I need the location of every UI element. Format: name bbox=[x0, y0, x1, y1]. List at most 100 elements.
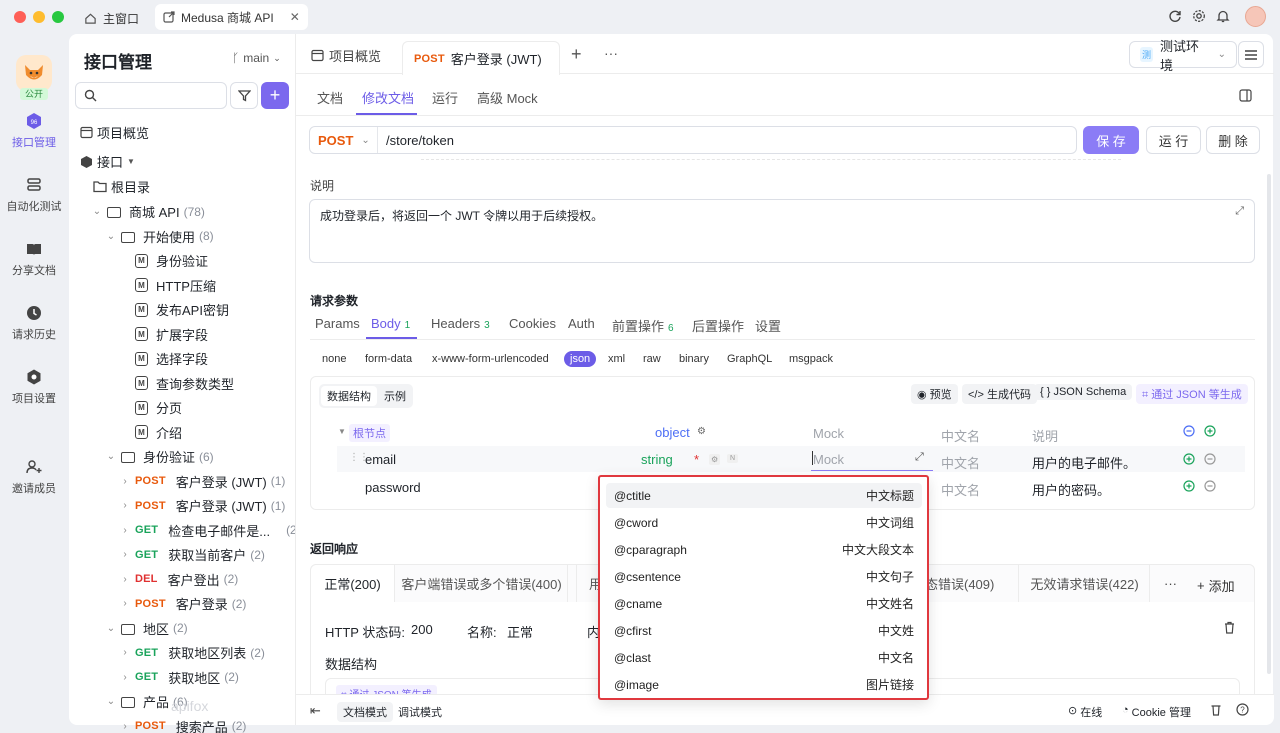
tab-run[interactable]: 运行 bbox=[432, 88, 458, 107]
tab-body[interactable]: Body 1 bbox=[371, 316, 410, 331]
environment-selector[interactable]: 测 测试环境 ⌄ bbox=[1129, 39, 1237, 73]
field-name-email[interactable]: email bbox=[365, 452, 396, 467]
doc-tab-overview[interactable]: 项目概览 bbox=[311, 46, 381, 65]
rail-item-api[interactable]: 96 接口管理 bbox=[0, 112, 68, 150]
tree-api-item[interactable]: › GET 获取地区列表 (2) bbox=[119, 643, 265, 662]
mock-option[interactable]: @cword 中文词组 bbox=[606, 510, 922, 535]
chevron-right-icon[interactable]: › bbox=[119, 549, 131, 560]
tree-doc-item[interactable]: M 身份验证 bbox=[135, 251, 208, 270]
tab-post-ops[interactable]: 后置操作 bbox=[692, 316, 744, 335]
project-avatar[interactable] bbox=[16, 55, 52, 91]
rail-item-settings[interactable]: 项目设置 bbox=[0, 368, 68, 406]
path-input[interactable] bbox=[386, 131, 1066, 149]
maximize-window-button[interactable] bbox=[52, 11, 64, 23]
chevron-right-icon[interactable]: › bbox=[119, 525, 131, 536]
tab-cookies[interactable]: Cookies bbox=[509, 316, 556, 331]
minimize-window-button[interactable] bbox=[33, 11, 45, 23]
response-tab-422[interactable]: 无效请求错误(422) bbox=[1020, 565, 1150, 602]
search-box[interactable] bbox=[75, 82, 227, 109]
tree-api-item[interactable]: › POST 客户登录 (JWT) (1) bbox=[119, 472, 285, 491]
tab-docs[interactable]: 文档 bbox=[317, 88, 343, 107]
tree-doc-item[interactable]: M 发布API密钥 bbox=[135, 300, 229, 319]
new-tab-button[interactable]: + bbox=[571, 44, 582, 65]
chevron-down-icon[interactable]: ⌄ bbox=[91, 206, 103, 217]
body-type-xml[interactable]: xml bbox=[608, 353, 625, 365]
debug-mode-button[interactable]: 调试模式 bbox=[398, 704, 442, 720]
branch-selector[interactable]: ᚴ main ⌄ bbox=[232, 51, 281, 65]
field-desc-email[interactable]: 用户的电子邮件。 bbox=[1032, 453, 1136, 472]
more-tabs-button[interactable]: ··· bbox=[604, 45, 618, 61]
sidebar-item-root-dir[interactable]: 根目录 bbox=[93, 177, 150, 196]
status-code-value[interactable]: 200 bbox=[411, 622, 433, 637]
tree-doc-item[interactable]: M 查询参数类型 bbox=[135, 374, 234, 393]
response-tab-partial[interactable]: 用 bbox=[576, 565, 602, 602]
add-child-icon[interactable] bbox=[1204, 425, 1216, 437]
chevron-right-icon[interactable]: › bbox=[119, 500, 131, 511]
chevron-down-icon[interactable]: ⌄ bbox=[105, 231, 117, 242]
tree-folder[interactable]: ⌄ 身份验证 (6) bbox=[105, 447, 214, 466]
mock-option[interactable]: @csentence 中文句子 bbox=[606, 564, 922, 589]
body-type-graphql[interactable]: GraphQL bbox=[727, 353, 772, 365]
chevron-right-icon[interactable]: › bbox=[119, 721, 131, 732]
tree-api-item[interactable]: › POST 搜索产品 (2) bbox=[119, 717, 246, 733]
bell-icon[interactable] bbox=[1216, 9, 1230, 23]
remove-field-icon[interactable] bbox=[1204, 453, 1216, 465]
user-avatar[interactable] bbox=[1245, 6, 1266, 27]
root-type[interactable]: object bbox=[655, 425, 690, 440]
collapse-sidebar-icon[interactable]: ⇤ bbox=[310, 703, 321, 719]
close-tab-icon[interactable]: ✕ bbox=[290, 10, 300, 24]
chevron-right-icon[interactable]: › bbox=[119, 476, 131, 487]
remove-field-icon[interactable] bbox=[1204, 480, 1216, 492]
chevron-right-icon[interactable]: › bbox=[119, 574, 131, 585]
tree-api-item[interactable]: › POST 客户登录 (JWT) (1) bbox=[119, 496, 285, 515]
tree-doc-item[interactable]: M 选择字段 bbox=[135, 349, 208, 368]
scrollbar[interactable] bbox=[1267, 174, 1271, 674]
add-response-button[interactable]: + 添加 bbox=[1197, 576, 1235, 595]
close-window-button[interactable] bbox=[14, 11, 26, 23]
generate-code-button[interactable]: </> 生成代码 bbox=[962, 384, 1037, 404]
mock-option[interactable]: @cname 中文姓名 bbox=[606, 591, 922, 616]
tree-api-item[interactable]: › DEL 客户登出 (2) bbox=[119, 570, 238, 589]
body-type-form-data[interactable]: form-data bbox=[365, 353, 412, 365]
description-textarea[interactable]: 成功登录后，将返回一个 JWT 令牌以用于后续授权。 ⤢ bbox=[309, 199, 1255, 263]
chevron-down-icon[interactable]: ⌄ bbox=[105, 623, 117, 634]
response-name-value[interactable]: 正常 bbox=[507, 622, 533, 641]
online-status[interactable]: ⊙ 在线 bbox=[1068, 704, 1102, 720]
tab-pre-ops[interactable]: 前置操作 6 bbox=[612, 316, 674, 335]
trash-icon[interactable] bbox=[1223, 621, 1236, 634]
root-mock[interactable]: Mock bbox=[813, 426, 844, 441]
delete-button[interactable]: 删 除 bbox=[1206, 126, 1260, 154]
field-cn-email[interactable]: 中文名 bbox=[941, 453, 980, 472]
generate-from-json-button[interactable]: ⌗ 通过 JSON 等生成 bbox=[1136, 384, 1248, 404]
add-button[interactable]: + bbox=[261, 82, 289, 109]
expand-icon[interactable]: ⤢ bbox=[1235, 205, 1244, 218]
mock-option[interactable]: @image 图片链接 bbox=[606, 672, 922, 697]
json-schema-button[interactable]: { } JSON Schema bbox=[1034, 384, 1133, 400]
search-input[interactable] bbox=[103, 88, 223, 103]
body-type-raw[interactable]: raw bbox=[643, 353, 661, 365]
method-selector[interactable]: POST ⌄ bbox=[310, 127, 378, 153]
menu-button[interactable] bbox=[1238, 41, 1264, 68]
chevron-right-icon[interactable]: › bbox=[119, 598, 131, 609]
chevron-right-icon[interactable]: › bbox=[119, 647, 131, 658]
nullable-icon[interactable]: N bbox=[727, 454, 739, 463]
schema-tab-structure[interactable]: 数据结构 bbox=[321, 386, 377, 406]
body-type-urlencoded[interactable]: x-www-form-urlencoded bbox=[432, 353, 549, 365]
rail-item-automation[interactable]: 自动化测试 bbox=[0, 176, 68, 214]
root-cn-name[interactable]: 中文名 bbox=[941, 426, 980, 445]
response-tab-409[interactable]: 态错误(409) bbox=[925, 565, 1019, 602]
mock-option[interactable]: @ctitle 中文标题 bbox=[606, 483, 922, 508]
cookie-manager-button[interactable]: ◔ Cookie 管理 bbox=[1122, 704, 1191, 720]
rail-item-share-docs[interactable]: 分享文档 bbox=[0, 240, 68, 278]
save-button[interactable]: 保 存 bbox=[1083, 126, 1139, 154]
body-type-none[interactable]: none bbox=[322, 353, 346, 365]
tree-folder[interactable]: ⌄ 地区 (2) bbox=[105, 619, 188, 638]
tree-doc-item[interactable]: M 分页 bbox=[135, 398, 182, 417]
response-tab-200[interactable]: 正常(200) bbox=[311, 565, 395, 602]
settings-icon[interactable]: ⚙ bbox=[697, 426, 706, 437]
tree-api-item[interactable]: › GET 检查电子邮件是... (2) bbox=[119, 521, 300, 540]
sidebar-item-api-root[interactable]: 接口 ▼ bbox=[80, 152, 135, 171]
trash-icon[interactable] bbox=[1210, 703, 1222, 716]
mock-option[interactable]: @clast 中文名 bbox=[606, 645, 922, 670]
expand-icon[interactable]: ⤢ bbox=[915, 451, 924, 464]
